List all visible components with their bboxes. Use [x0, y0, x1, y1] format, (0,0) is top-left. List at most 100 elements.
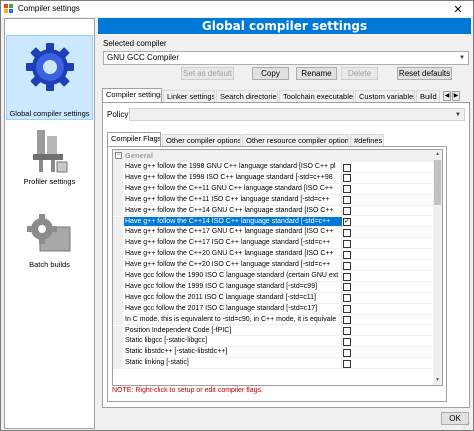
flag-checkbox[interactable]	[343, 305, 351, 314]
delete-button[interactable]: Delete	[341, 67, 378, 80]
scroll-up-icon[interactable]: ▲	[433, 150, 442, 159]
grid-vertical-scrollbar[interactable]: ▲ ▼	[433, 150, 442, 385]
flag-label: Have g++ follow the 1998 GNU C++ languag…	[124, 162, 341, 173]
flag-checkbox[interactable]	[343, 207, 351, 216]
flag-value-cell	[341, 249, 433, 261]
selected-compiler-dropdown[interactable]: GNU GCC Compiler ▼	[103, 51, 469, 65]
tab-other-compiler-options[interactable]: Other compiler options	[162, 134, 241, 146]
sidebar-item-global-compiler-settings[interactable]: Global compiler settings	[6, 35, 93, 120]
row-gutter	[113, 227, 123, 239]
policy-dropdown[interactable]: ▼	[129, 108, 465, 121]
tab-custom-variables[interactable]: Custom variables	[355, 90, 415, 102]
flag-value-cell	[341, 162, 433, 173]
flag-value-cell	[341, 292, 433, 304]
flag-row[interactable]: Have g++ follow the C++11 ISO C++ langua…	[113, 194, 433, 206]
flag-checkbox[interactable]	[343, 327, 351, 335]
flag-row[interactable]: Have g++ follow the 1998 ISO C++ languag…	[113, 172, 433, 184]
flag-label: Have g++ follow the C++11 ISO C++ langua…	[124, 195, 341, 206]
flag-checkbox[interactable]	[343, 316, 351, 325]
tab-scroll-right-button[interactable]: ▶	[452, 91, 460, 101]
flag-row[interactable]: Have g++ follow the C++14 GNU C++ langua…	[113, 205, 433, 217]
flag-checkbox[interactable]	[343, 174, 351, 183]
chevron-left-icon: ◀	[444, 93, 450, 99]
batch-builds-icon	[27, 214, 71, 252]
flag-row[interactable]: Have g++ follow the C++14 ISO C++ langua…	[113, 216, 433, 228]
sidebar-item-label: Profiler settings	[23, 177, 76, 186]
row-gutter	[113, 358, 123, 370]
collapse-icon[interactable]: −	[115, 152, 122, 159]
flag-value-cell	[341, 194, 433, 206]
tab-defines[interactable]: #defines	[350, 134, 384, 146]
flag-row[interactable]: Have g++ follow the C++20 ISO C++ langua…	[113, 260, 433, 271]
flag-value-cell	[341, 314, 433, 326]
flag-row[interactable]: Have g++ follow the 1998 GNU C++ languag…	[113, 162, 433, 173]
flag-checkbox[interactable]	[343, 272, 351, 281]
tab-toolchain-executables[interactable]: Toolchain executables	[279, 90, 354, 102]
flag-checkbox[interactable]	[343, 196, 351, 205]
close-icon: ✕	[453, 3, 463, 16]
flag-row[interactable]: Have g++ follow the C++17 ISO C++ langua…	[113, 238, 433, 250]
chevron-down-icon: ▼	[459, 55, 465, 61]
tab-linker-settings[interactable]: Linker settings	[163, 90, 215, 102]
flag-label: Have gcc follow the 1990 ISO C language …	[124, 271, 341, 282]
flag-value-cell	[341, 303, 433, 315]
row-gutter	[113, 238, 123, 250]
sidebar-item-batch-builds[interactable]: Batch builds	[6, 209, 93, 279]
tab-search-directories[interactable]: Search directories	[216, 90, 278, 102]
scroll-down-icon[interactable]: ▼	[433, 376, 442, 385]
gear-icon	[26, 43, 74, 91]
settings-category-list: Global compiler settings Profiler settin…	[4, 18, 95, 429]
flag-row[interactable]: In C mode, this is equivalent to -std=c9…	[113, 314, 433, 326]
flag-checkbox[interactable]	[343, 337, 351, 346]
tab-compiler-flags[interactable]: Compiler Flags	[107, 132, 161, 146]
resize-grip-icon[interactable]: ⋰	[463, 422, 470, 430]
flag-value-cell	[341, 260, 433, 271]
flag-checkbox[interactable]	[343, 348, 351, 357]
flag-checkbox[interactable]	[343, 239, 351, 248]
tab-compiler-settings[interactable]: Compiler settings	[102, 88, 162, 102]
compiler-settings-window: Compiler settings ✕ Global compiler sett…	[0, 0, 474, 431]
flag-row[interactable]: Static libgcc [-static-libgcc]	[113, 336, 433, 348]
flag-row[interactable]: Position Independent Code [-fPIC]	[113, 325, 433, 337]
window-close-button[interactable]: ✕	[443, 1, 473, 17]
copy-button[interactable]: Copy	[252, 67, 289, 80]
flag-checkbox[interactable]	[343, 163, 351, 172]
scrollbar-thumb[interactable]	[434, 160, 441, 205]
flag-checkbox[interactable]	[343, 359, 351, 368]
flag-row[interactable]: Have g++ follow the C++20 GNU C++ langua…	[113, 249, 433, 261]
flag-row[interactable]: Have gcc follow the 2011 ISO C language …	[113, 292, 433, 304]
flag-row[interactable]: Have g++ follow the C++17 GNU C++ langua…	[113, 227, 433, 239]
tab-scroll-left-button[interactable]: ◀	[443, 91, 451, 101]
flag-row[interactable]: Have g++ follow the C++11 GNU C++ langua…	[113, 183, 433, 195]
sidebar-item-label: Batch builds	[29, 260, 70, 269]
flag-label: Static linking [-static]	[124, 358, 341, 370]
flag-checkbox[interactable]	[343, 250, 351, 259]
flag-value-cell: ✓	[341, 216, 433, 228]
flag-value-cell	[341, 281, 433, 293]
rename-button[interactable]: Rename	[296, 67, 337, 80]
set-as-default-button[interactable]: Set as default	[181, 67, 234, 80]
title-bar[interactable]: Compiler settings ✕	[1, 1, 473, 17]
flag-checkbox[interactable]: ✓	[343, 218, 351, 226]
flag-checkbox[interactable]	[343, 294, 351, 303]
profiler-icon	[33, 130, 68, 173]
selected-compiler-value: GNU GCC Compiler	[107, 53, 180, 62]
tab-other-resource-compiler-options[interactable]: Other resource compiler options	[242, 134, 349, 146]
row-gutter	[113, 216, 123, 228]
flag-checkbox[interactable]	[343, 283, 351, 292]
flag-checkbox[interactable]	[343, 228, 351, 237]
flag-row[interactable]: Static linking [-static]	[113, 358, 433, 370]
category-header[interactable]: − General	[113, 150, 433, 162]
flag-checkbox[interactable]	[343, 185, 351, 194]
chevron-down-icon: ▼	[455, 112, 461, 118]
flag-row[interactable]: Have gcc follow the 1999 ISO C language …	[113, 281, 433, 293]
flag-row[interactable]: Have gcc follow the 2017 ISO C language …	[113, 303, 433, 315]
row-gutter	[113, 292, 123, 304]
flag-row[interactable]: Static libstdc++ [-static-libstdc++]	[113, 347, 433, 359]
flag-row[interactable]: Have gcc follow the 1990 ISO C language …	[113, 271, 433, 282]
flag-checkbox[interactable]	[343, 261, 351, 270]
sidebar-item-profiler-settings[interactable]: Profiler settings	[6, 124, 93, 194]
reset-defaults-button[interactable]: Reset defaults	[397, 67, 452, 80]
tab-build[interactable]: Build	[416, 90, 440, 102]
codeblocks-app-icon	[4, 4, 13, 13]
